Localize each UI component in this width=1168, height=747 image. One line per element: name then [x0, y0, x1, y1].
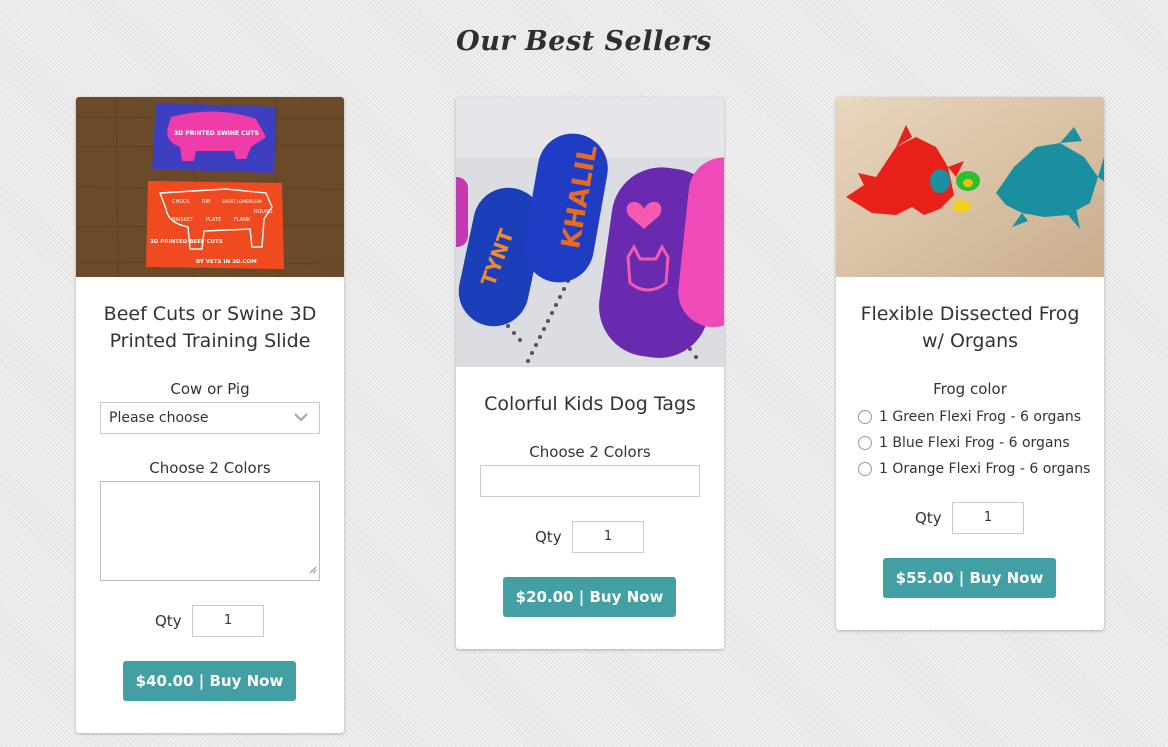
cow-cut-label-0: CHUCK — [172, 199, 190, 205]
product-title[interactable]: Colorful Kids Dog Tags — [456, 391, 724, 418]
product-title[interactable]: Flexible Dissected Frog w/ Organs — [836, 301, 1104, 355]
product-card-frog: Flexible Dissected Frog w/ Organs Frog c… — [836, 97, 1104, 630]
cow-cut-label-7: ROUND — [254, 209, 273, 215]
radio-button[interactable] — [858, 462, 872, 476]
qty-input[interactable]: 1 — [192, 605, 264, 637]
cow-cut-label-2: SHORT LOIN — [222, 199, 246, 204]
cow-or-pig-select[interactable]: Please choose — [100, 402, 320, 434]
product-image-beef-swine[interactable]: 3D PRINTED SWINE CUTS CHUCK RIB SHORT LO… — [76, 97, 344, 277]
select-value: Please choose — [109, 410, 209, 426]
product-image-frog[interactable] — [836, 97, 1104, 277]
product-image-dog-tags[interactable]: TYNT KHALIL — [456, 97, 724, 367]
radio-button[interactable] — [858, 410, 872, 424]
product-title-line-1: Flexible Dissected Frog — [860, 303, 1080, 325]
buy-now-button[interactable]: $40.00 | Buy Now — [123, 661, 296, 701]
cow-slide-footer: BY VETS IN 3D.COM — [196, 259, 257, 265]
radio-option-label: 1 Green Flexi Frog - 6 organs — [879, 409, 1082, 425]
frog-color-option-green[interactable]: 1 Green Flexi Frog - 6 organs — [858, 407, 1081, 427]
frog-color-option-blue[interactable]: 1 Blue Flexi Frog - 6 organs — [858, 433, 1070, 453]
choose-colors-textarea[interactable] — [100, 481, 320, 581]
choose-colors-label: Choose 2 Colors — [149, 459, 271, 477]
qty-input[interactable]: 1 — [952, 502, 1024, 534]
qty-label: Qty — [155, 612, 182, 630]
section-title: Our Best Sellers — [456, 26, 712, 57]
frog-color-option-orange[interactable]: 1 Orange Flexi Frog - 6 organs — [858, 459, 1090, 479]
cow-cut-label-1: RIB — [202, 199, 211, 205]
product-title-line-1: Beef Cuts or Swine 3D — [103, 303, 317, 325]
buy-now-button[interactable]: $20.00 | Buy Now — [503, 577, 676, 617]
chevron-down-icon — [293, 411, 309, 427]
qty-label: Qty — [535, 528, 562, 546]
qty-input[interactable]: 1 — [572, 521, 644, 553]
cow-cut-label-6: FLANK — [234, 217, 251, 223]
pig-slide-title: 3D PRINTED SWINE CUTS — [174, 130, 259, 137]
product-title[interactable]: Beef Cuts or Swine 3D Printed Training S… — [76, 301, 344, 355]
radio-option-label: 1 Blue Flexi Frog - 6 organs — [879, 435, 1070, 451]
choose-colors-input[interactable] — [480, 465, 700, 497]
frog-color-label: Frog color — [933, 380, 1007, 398]
radio-button[interactable] — [858, 436, 872, 450]
cow-slide-title: 3D PRINTED BEEF CUTS — [150, 239, 223, 245]
cow-cut-label-3: SIRLOIN — [246, 199, 262, 204]
qty-label: Qty — [915, 509, 942, 527]
radio-option-label: 1 Orange Flexi Frog - 6 organs — [879, 461, 1091, 477]
product-title-line-2: Printed Training Slide — [109, 330, 311, 352]
product-title-line-2: w/ Organs — [921, 330, 1019, 352]
choose-colors-label: Choose 2 Colors — [529, 443, 651, 461]
resize-grip-icon[interactable] — [309, 559, 317, 578]
product-card-dog-tags: TYNT KHALIL Colorful Kids Dog Tags Choos… — [456, 97, 724, 649]
cow-or-pig-label: Cow or Pig — [170, 380, 250, 398]
product-card-beef-swine: 3D PRINTED SWINE CUTS CHUCK RIB SHORT LO… — [76, 97, 344, 733]
cow-cut-label-5: PLATE — [206, 217, 221, 223]
cow-cut-label-4: BRISKET — [172, 217, 194, 223]
buy-now-button[interactable]: $55.00 | Buy Now — [883, 558, 1056, 598]
